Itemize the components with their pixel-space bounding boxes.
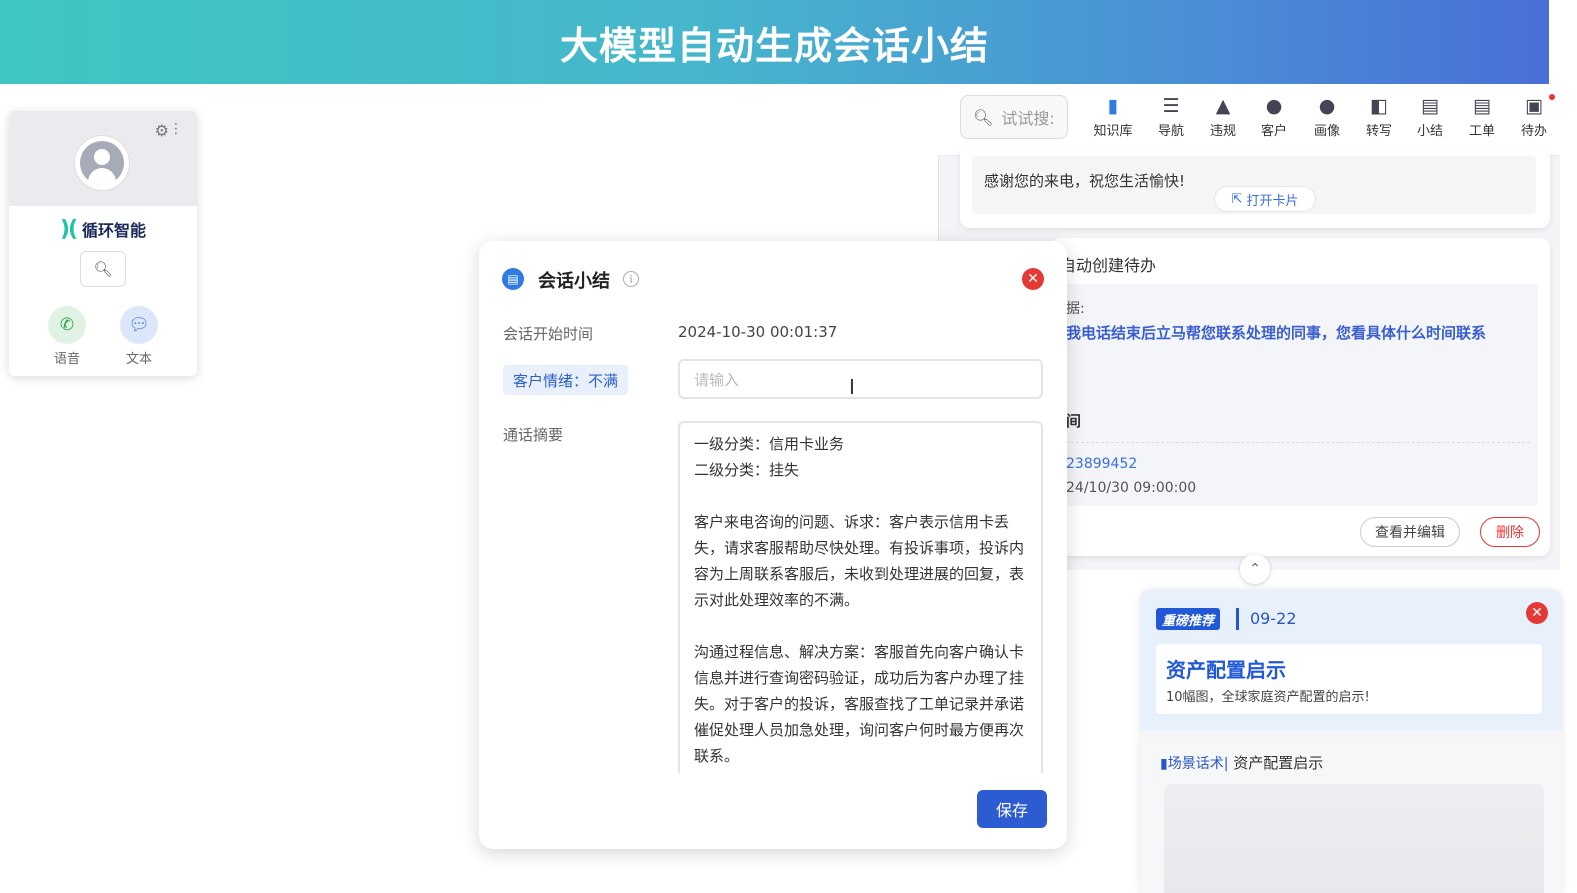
tool-label: 违规 [1209,124,1236,139]
text-button[interactable]: 💬︎ 文本 [119,306,159,367]
emotion-input[interactable]: 请输入 [678,359,1043,399]
widget-header: ⚙ ⋮ [9,111,197,206]
voice-label: 语音 [53,352,80,367]
todo-card: 自动创建待办 据: 我电话结束后立马帮您联系处理的同事，您看具体什么时间联系 间… [1050,238,1550,556]
title-banner: 大模型自动生成会话小结 [0,0,1549,84]
tool-label: 客户 [1260,124,1287,139]
start-time-label: 会话开始时间 [503,325,594,343]
tool-label: 转写 [1365,124,1392,139]
basis-quote: 我电话结束后立马帮您联系处理的同事，您看具体什么时间联系 [1066,324,1487,342]
close-icon[interactable]: ✕ [1022,268,1044,290]
brand-logo: )( 循环智能 [41,211,165,247]
search-placeholder: 试试搜: [1001,109,1055,128]
tool-todo[interactable]: ▣ 待办 [1511,94,1557,139]
transcript-text: 感谢您的来电，祝您生活愉快! [984,172,1186,190]
page-title: 大模型自动生成会话小结 [559,23,989,68]
tool-transcribe[interactable]: ◧ 转写 [1356,94,1402,139]
voice-button[interactable]: ✆ 语音 [47,306,87,367]
user-check-icon: ● [1265,95,1283,117]
chat-icon: 💬︎ [120,306,158,344]
summary-icon: ▤ [1421,95,1439,117]
info-icon[interactable]: i [623,271,639,287]
book-icon: ▮ [1107,95,1119,117]
open-card-label: 打开卡片 [1246,193,1299,209]
blurred-image [1164,784,1544,893]
summary-label: 通话摘要 [503,426,564,444]
transcribe-icon: ◧ [1370,95,1388,117]
divider [1236,608,1239,630]
more-icon[interactable]: ⋮ [169,121,183,137]
recommend-header: 重磅推荐 09-22 ✕ 资产配置启示 10幅图，全球家庭资产配置的启示! [1140,590,1562,730]
summary-line: 二级分类：挂失 [694,461,800,479]
notification-dot [1549,94,1555,100]
todo-date: 24/10/30 09:00:00 [1066,480,1197,496]
basis-label: 据: [1066,301,1085,317]
delete-button[interactable]: 删除 [1480,517,1540,547]
ticket-icon: ▤ [1473,95,1491,117]
warning-icon: ▲ [1215,95,1231,117]
recommend-subtitle: 10幅图，全球家庭资产配置的启示! [1166,690,1370,705]
save-button[interactable]: 保存 [977,790,1047,828]
tool-label: 画像 [1313,124,1340,139]
summary-icon: ▤ [502,268,524,290]
open-icon: ⇱ [1231,191,1243,207]
input-placeholder: 请输入 [694,370,740,389]
summary-textarea[interactable]: 一级分类：信用卡业务 二级分类：挂失 客户来电咨询的问题、诉求：客户表示信用卡丢… [678,421,1043,773]
view-edit-button[interactable]: 查看并编辑 [1360,517,1460,547]
recommend-panel: 重磅推荐 09-22 ✕ 资产配置启示 10幅图，全球家庭资产配置的启示! ▮场… [1140,590,1562,893]
divider [1066,442,1530,443]
open-card-button[interactable]: ⇱ 打开卡片 [1214,186,1316,212]
profile-icon: ● [1318,95,1336,117]
todo-card-title: 自动创建待办 [1060,256,1157,275]
text-label: 文本 [125,352,152,367]
tool-label: 待办 [1520,124,1547,139]
tool-label: 工单 [1468,124,1495,139]
script-title: ▮场景话术| 资产配置启示 [1160,752,1323,773]
brand-name: 循环智能 [82,221,147,240]
tool-navigation[interactable]: ☰ 导航 [1148,94,1194,139]
emotion-tag: 客户情绪：不满 [503,365,629,395]
tool-label: 导航 [1157,124,1184,139]
gear-icon[interactable]: ⚙ [155,121,169,140]
avatar [75,136,129,190]
search-input[interactable]: 🔍︎ 试试搜: [960,95,1068,139]
text-cursor-icon: I [849,375,855,399]
tool-label: 知识库 [1093,124,1133,139]
dialog-title: 会话小结 [538,271,610,292]
assistant-toolbar: 🔍︎ 试试搜: ▮ 知识库 ☰ 导航 ▲ 违规 ● 客户 ● 画像 ◧ 转写 ▤… [938,90,1560,156]
tool-summary[interactable]: ▤ 小结 [1407,94,1453,139]
recommend-date: 09-22 [1250,609,1297,628]
summary-paragraph: 沟通过程信息、解决方案：客服首先向客户确认卡信息并进行查询密码验证，成功后为客户… [694,643,1025,765]
phone-icon: ✆ [48,306,86,344]
recommend-title: 资产配置启示 [1166,658,1286,682]
transcript-card: 感谢您的来电，祝您生活愉快! ⇱ 打开卡片 [960,150,1550,228]
script-section: ▮场景话术| 资产配置启示 [1140,738,1562,893]
summary-line: 一级分类：信用卡业务 [694,435,845,453]
logo-icon: )( [59,216,78,242]
agent-widget: ⚙ ⋮ )( 循环智能 🔍︎ ✆ 语音 💬︎ 文本 [9,111,197,376]
session-summary-dialog: ▤ 会话小结 i ✕ 会话开始时间 2024-10-30 00:01:37 客户… [479,241,1067,849]
script-name: 资产配置启示 [1233,754,1324,772]
tool-ticket[interactable]: ▤ 工单 [1459,94,1505,139]
script-tag: ▮场景话术| [1160,756,1229,772]
summary-paragraph: 客户来电咨询的问题、诉求：客户表示信用卡丢失，请求客服帮助尽快处理。有投诉事项，… [694,513,1025,609]
time-label: 间 [1066,412,1082,430]
recommend-tag: 重磅推荐 [1156,608,1221,630]
start-time-value: 2024-10-30 00:01:37 [678,323,838,341]
close-icon[interactable]: ✕ [1526,602,1548,624]
list-icon: ☰ [1162,95,1180,117]
recommend-item[interactable]: 资产配置启示 10幅图，全球家庭资产配置的启示! [1156,644,1542,714]
search-icon: 🔍︎ [973,107,994,127]
search-button[interactable]: 🔍︎ [80,251,126,287]
collapse-up-icon[interactable]: ⌃ [1240,554,1270,584]
tool-customer[interactable]: ● 客户 [1251,94,1297,139]
tool-knowledge[interactable]: ▮ 知识库 [1090,94,1136,139]
search-icon: 🔍︎ [93,260,113,278]
tool-violation[interactable]: ▲ 违规 [1200,94,1246,139]
phone-number[interactable]: 23899452 [1066,456,1137,472]
tool-label: 小结 [1416,124,1443,139]
tool-profile[interactable]: ● 画像 [1304,94,1350,139]
